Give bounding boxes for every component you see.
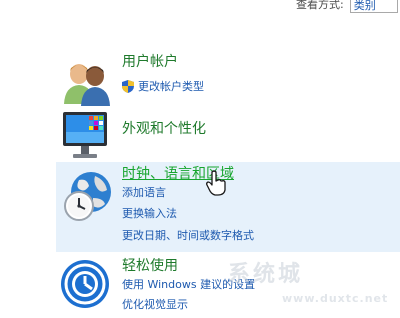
link-optimize-visual-display[interactable]: 优化视觉显示: [122, 298, 188, 311]
uac-shield-icon: [122, 80, 134, 93]
category-ease-of-access: 轻松使用 使用 Windows 建议的设置 优化视觉显示: [56, 254, 400, 318]
category-title-user-accounts[interactable]: 用户帐户: [122, 54, 178, 70]
link-add-language[interactable]: 添加语言: [122, 186, 166, 199]
category-clock-language-region: 时钟、语言和区域 添加语言 更换输入法 更改日期、时间或数字格式: [56, 162, 400, 252]
category-appearance: 外观和个性化: [56, 108, 400, 158]
link-change-account-type[interactable]: 更改帐户类型: [138, 80, 204, 93]
link-change-input-method[interactable]: 更换输入法: [122, 207, 177, 220]
view-by-label: 查看方式:: [296, 0, 344, 11]
category-user-accounts: 用户帐户 更改帐户类型: [56, 52, 400, 108]
users-icon[interactable]: [59, 54, 115, 110]
hand-cursor-icon: [206, 170, 226, 196]
category-title-appearance[interactable]: 外观和个性化: [122, 121, 206, 137]
monitor-appearance-icon[interactable]: [59, 108, 115, 164]
link-change-date-time-format[interactable]: 更改日期、时间或数字格式: [122, 229, 254, 242]
view-by-select[interactable]: 类别: [349, 0, 398, 13]
globe-clock-icon[interactable]: [59, 168, 115, 224]
link-use-recommended-settings[interactable]: 使用 Windows 建议的设置: [122, 278, 255, 291]
view-by-control: 查看方式: 类别: [296, 0, 398, 13]
ease-of-access-icon[interactable]: [59, 256, 115, 312]
category-title-ease-of-access[interactable]: 轻松使用: [122, 258, 178, 274]
